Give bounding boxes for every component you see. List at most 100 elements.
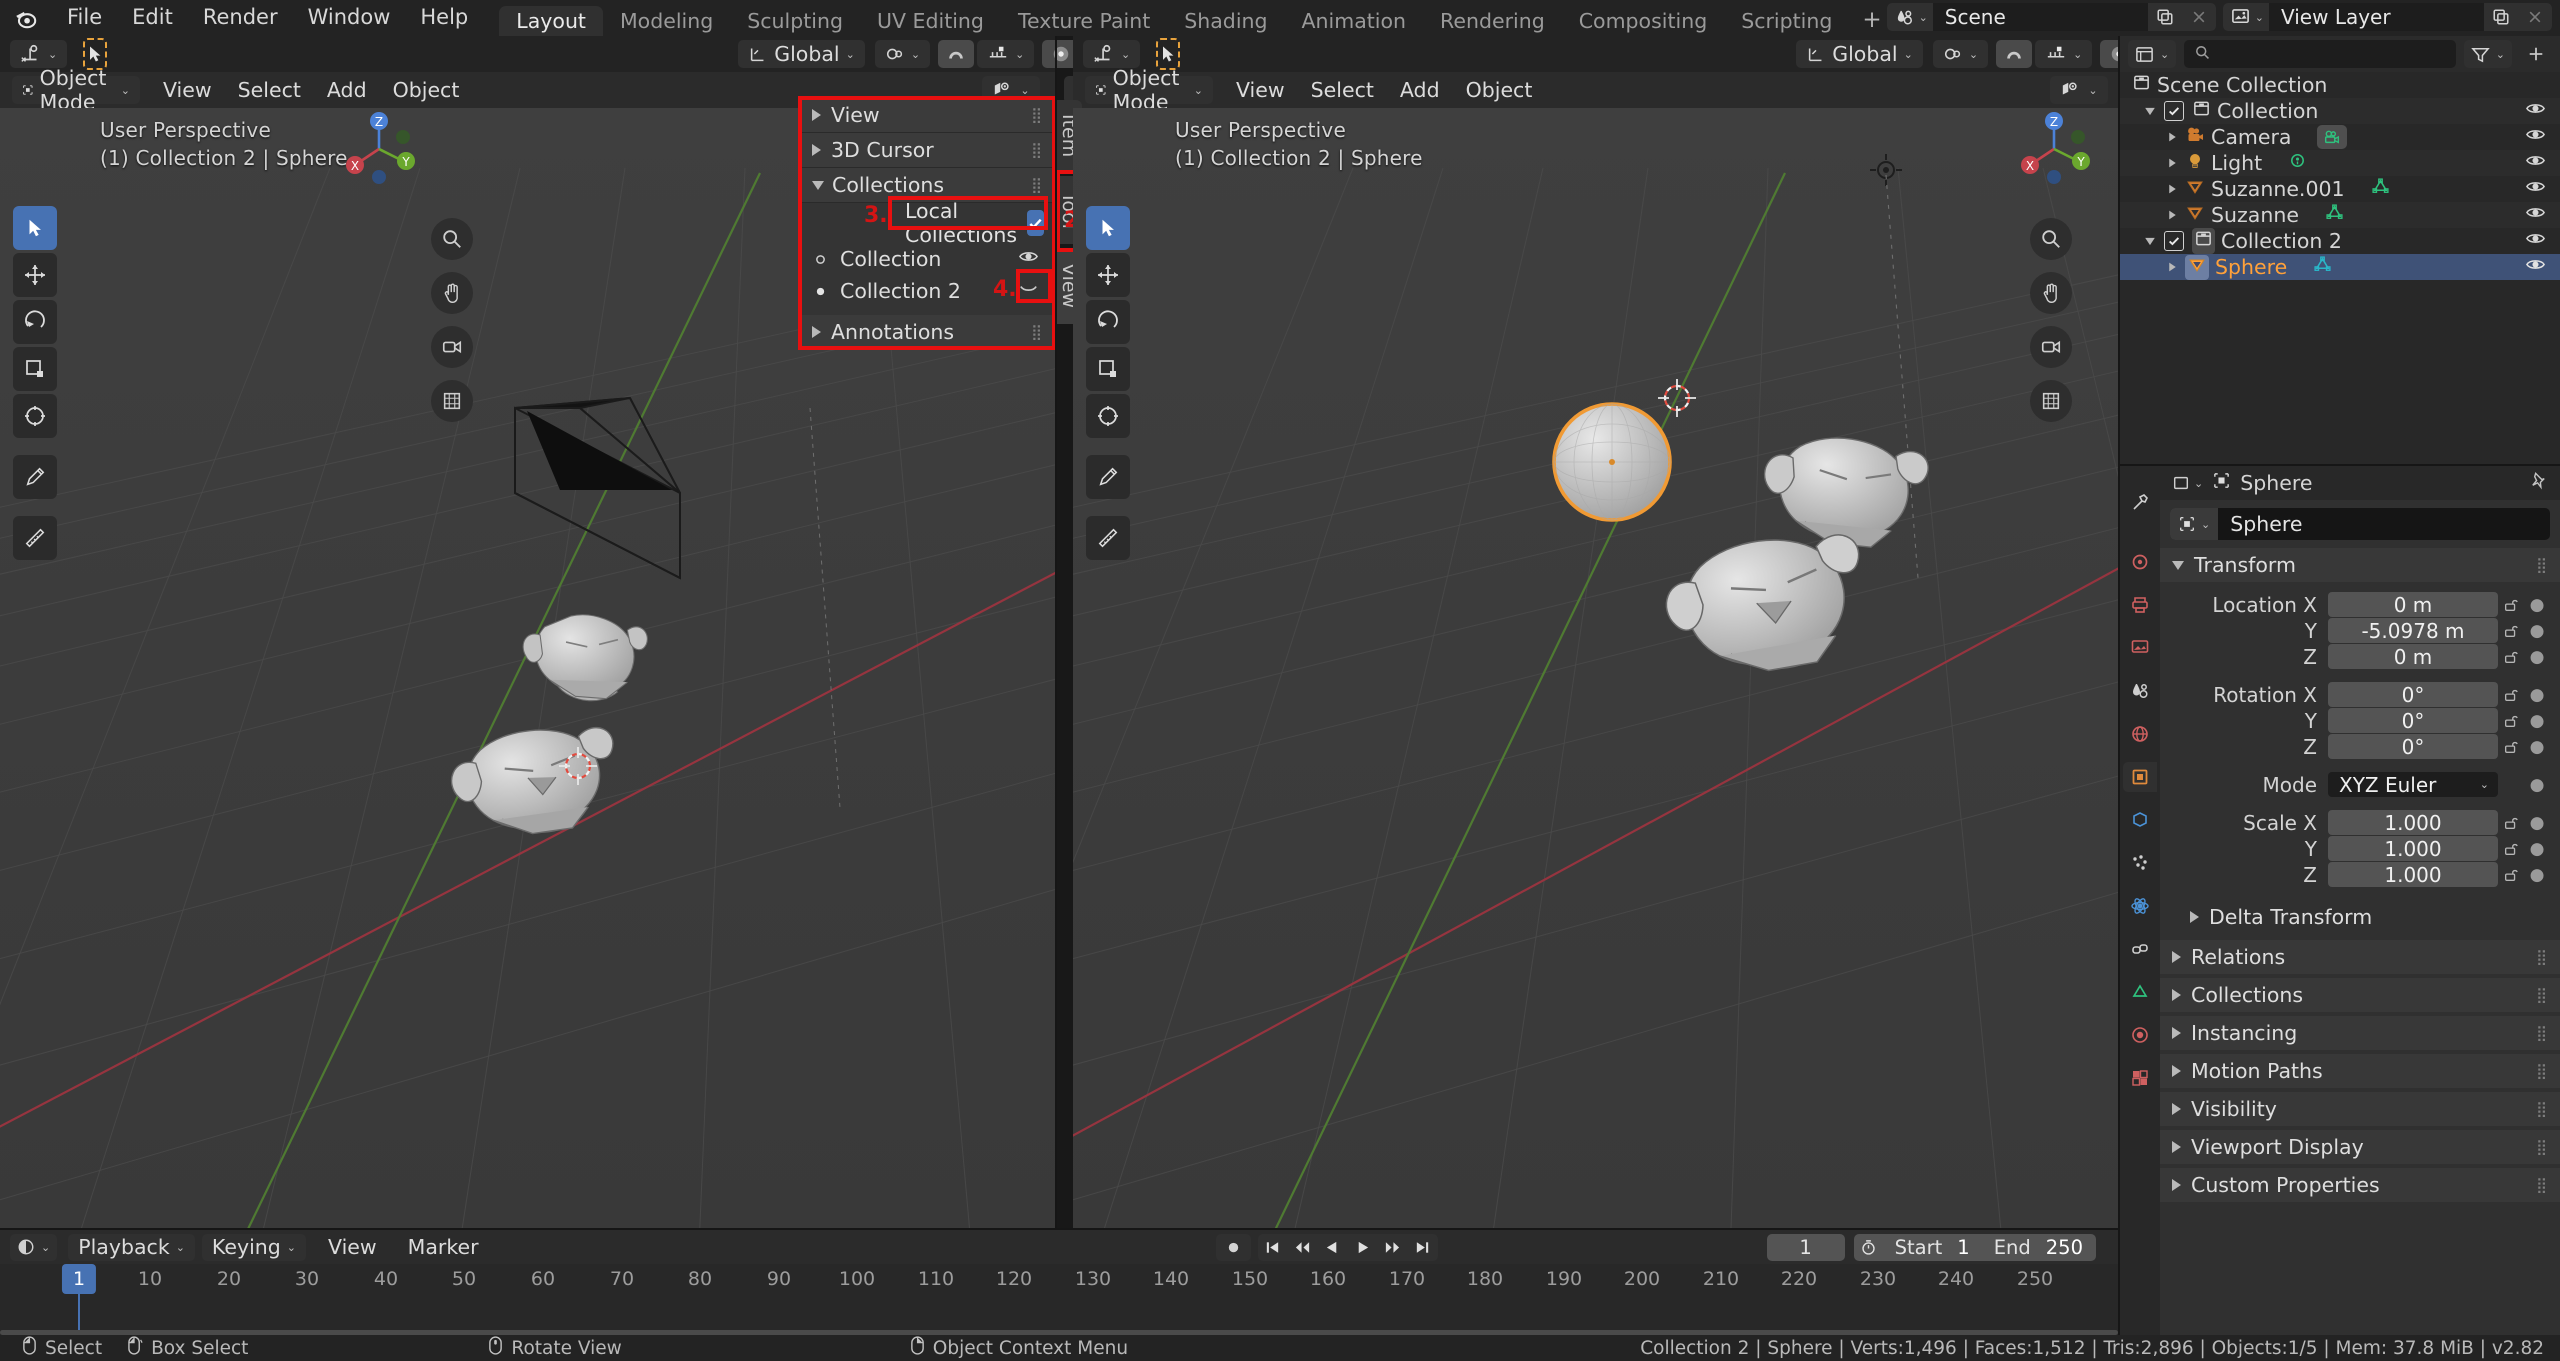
properties-tab-modifier[interactable]	[2123, 805, 2157, 835]
chevron-right-icon[interactable]	[2169, 210, 2176, 220]
eye-open-icon[interactable]	[2525, 202, 2546, 228]
timeline-menu-playback[interactable]: Playback ⌄	[68, 1233, 195, 1261]
animate-dot-icon[interactable]: ●	[2524, 775, 2550, 795]
pivot-point-dropdown[interactable]: ⌄	[1932, 40, 1989, 68]
properties-transform-panel-header[interactable]: Transform ⣿	[2160, 548, 2560, 582]
move-tool-icon[interactable]	[13, 253, 57, 297]
preview-range-icon[interactable]	[1854, 1239, 1884, 1256]
outliner-search-input[interactable]	[2184, 40, 2456, 68]
transform-cursor-icon[interactable]: ⌄	[10, 40, 68, 68]
npanel-section-annotations[interactable]: Annotations ⣿	[800, 315, 1055, 350]
tab-scripting[interactable]: Scripting	[1724, 6, 1849, 36]
grip-dots-icon[interactable]: ⣿	[2536, 1102, 2548, 1117]
menu-help[interactable]: Help	[405, 2, 483, 32]
object-types-visibility-icon[interactable]: ⌄	[2050, 76, 2108, 104]
location-x-field[interactable]: 0 m	[2328, 592, 2498, 617]
view-layer-unlink-x-icon[interactable]	[2518, 3, 2552, 31]
view-layer-selector[interactable]: ⌄ View Layer	[2222, 3, 2552, 31]
rotation-y-field[interactable]: 0°	[2328, 708, 2498, 733]
outliner-properties-splitter[interactable]	[2118, 464, 2560, 466]
grip-dots-icon[interactable]: ⣿	[2536, 988, 2548, 1003]
tab-uv-editing[interactable]: UV Editing	[860, 6, 1001, 36]
view-layer-new-duplicate-icon[interactable]	[2484, 3, 2518, 31]
blender-logo-icon[interactable]	[0, 0, 52, 36]
grip-dots-icon[interactable]: ⣿	[1031, 143, 1043, 158]
camera-green-icon[interactable]	[2317, 125, 2348, 149]
chevron-right-icon[interactable]	[2169, 158, 2176, 168]
properties-panel-visibility[interactable]: Visibility ⣿	[2160, 1092, 2560, 1126]
animate-dot-icon[interactable]: ●	[2524, 595, 2550, 615]
npanel-section-collections[interactable]: Collections ⣿	[800, 168, 1055, 203]
scale-z-field[interactable]: 1.000	[2328, 862, 2498, 887]
properties-tab-render[interactable]	[2123, 547, 2157, 577]
right-panel-splitter[interactable]	[2118, 36, 2120, 1340]
jump-start-icon[interactable]	[1257, 1233, 1288, 1261]
magnet-icon[interactable]	[938, 40, 975, 68]
tab-animation[interactable]: Animation	[1285, 6, 1424, 36]
outliner-row-suzanne[interactable]: Suzanne	[2120, 202, 2560, 228]
local-collections-checkbox[interactable]	[1027, 210, 1045, 236]
mesh-green-icon[interactable]	[2371, 177, 2390, 201]
rotate-tool-icon[interactable]	[1086, 300, 1130, 344]
transform-orientation-dropdown[interactable]: Global ⌄	[738, 40, 865, 68]
npanel-collection-row[interactable]: Collection	[800, 243, 1055, 275]
rotation-z-field[interactable]: 0°	[2328, 734, 2498, 759]
measure-tool-icon[interactable]	[13, 516, 57, 560]
interaction-mode-dropdown[interactable]: Object Mode ⌄	[12, 66, 140, 114]
light-green-icon[interactable]	[2288, 151, 2307, 175]
viewport-splitter-vertical[interactable]	[1055, 36, 1057, 1230]
timeline-menu-view[interactable]: View	[315, 1234, 390, 1261]
animate-dot-icon[interactable]: ●	[2524, 647, 2550, 667]
timeline-playhead[interactable]: 1	[61, 1264, 97, 1294]
tab-layout[interactable]: Layout	[499, 6, 603, 36]
rotate-tool-icon[interactable]	[13, 300, 57, 344]
scene-unlink-x-icon[interactable]	[2181, 3, 2216, 31]
zoom-icon[interactable]	[2030, 218, 2072, 260]
grip-dots-icon[interactable]: ⣿	[2536, 1064, 2548, 1079]
scene-new-duplicate-icon[interactable]	[2147, 3, 2182, 31]
interaction-mode-dropdown[interactable]: Object Mode ⌄	[1085, 66, 1213, 114]
viewport-menu-select[interactable]: Select	[225, 76, 314, 104]
animate-dot-icon[interactable]: ●	[2524, 839, 2550, 859]
eye-open-icon[interactable]	[2525, 124, 2546, 150]
viewport-menu-object[interactable]: Object	[380, 76, 473, 104]
chevron-down-icon[interactable]	[2145, 237, 2155, 245]
viewport-menu-view[interactable]: View	[150, 76, 225, 104]
timeline-menu-marker[interactable]: Marker	[395, 1234, 492, 1261]
properties-tab-world[interactable]	[2123, 719, 2157, 749]
timeline-splitter-horizontal[interactable]	[0, 1228, 2118, 1230]
grip-dots-icon[interactable]: ⣿	[2536, 1140, 2548, 1155]
tweak-tool-icon[interactable]	[13, 206, 57, 250]
animate-dot-icon[interactable]: ●	[2524, 865, 2550, 885]
properties-panel-motion-paths[interactable]: Motion Paths ⣿	[2160, 1054, 2560, 1088]
ortho-persp-icon[interactable]	[2030, 380, 2072, 422]
tab-modeling[interactable]: Modeling	[603, 6, 730, 36]
grip-dots-icon[interactable]: ⣿	[1031, 178, 1043, 193]
timeline-editor-type-dropdown[interactable]: ⌄	[10, 1233, 58, 1261]
transform-tool-icon[interactable]	[13, 394, 57, 438]
rotation-x-field[interactable]: 0°	[2328, 682, 2498, 707]
play-icon[interactable]	[1347, 1233, 1378, 1261]
outliner-new-filter-icon[interactable]	[2520, 40, 2552, 68]
camera-view-icon[interactable]	[2030, 326, 2072, 368]
eye-open-icon[interactable]	[2525, 98, 2546, 124]
local-collections-toggle[interactable]: Local Collections	[899, 199, 1045, 247]
current-frame-field[interactable]: 1	[1766, 1233, 1845, 1261]
viewport-menu-select[interactable]: Select	[1298, 76, 1387, 104]
right-3d-viewport[interactable]: User Perspective (1) Collection 2 | Sphe…	[1073, 108, 2118, 1230]
properties-tab-particles[interactable]	[2123, 848, 2157, 878]
properties-editor-type-dropdown[interactable]: ⌄	[2172, 474, 2203, 492]
pivot-point-dropdown[interactable]: ⌄	[874, 40, 931, 68]
npanel-section-3d-cursor[interactable]: 3D Cursor ⣿	[800, 133, 1055, 168]
properties-panel-collections[interactable]: Collections ⣿	[2160, 978, 2560, 1012]
transform-orientation-dropdown[interactable]: Global ⌄	[1796, 40, 1923, 68]
properties-delta-transform-header[interactable]: Delta Transform	[2160, 900, 2560, 934]
menu-window[interactable]: Window	[293, 2, 406, 32]
unlock-icon[interactable]	[2498, 649, 2524, 665]
properties-tab-tool[interactable]	[2123, 488, 2157, 518]
camera-view-icon[interactable]	[431, 326, 473, 368]
chevron-down-icon[interactable]	[2145, 107, 2155, 115]
jump-end-icon[interactable]	[1407, 1233, 1438, 1261]
left-view-axis-gizmo[interactable]: Z X Y	[333, 108, 425, 195]
unlock-icon[interactable]	[2498, 739, 2524, 755]
